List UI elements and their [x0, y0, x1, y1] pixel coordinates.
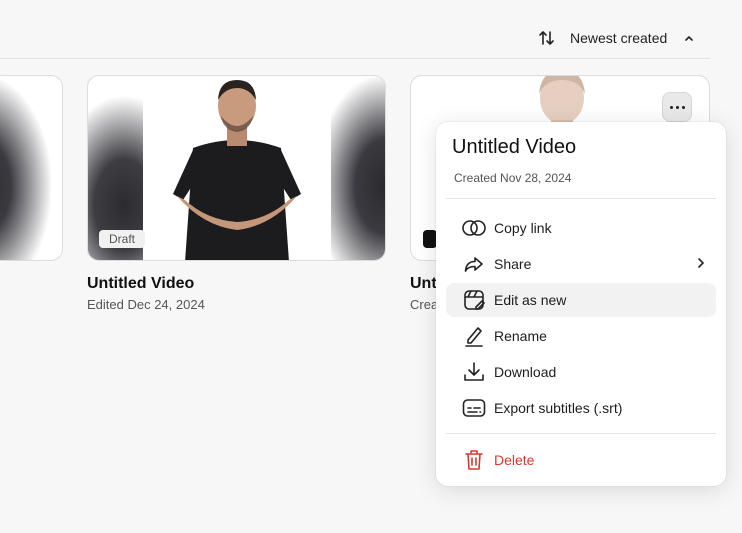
menu-item-label: Edit as new [494, 292, 567, 308]
menu-item-label: Rename [494, 328, 547, 344]
menu-item-share[interactable]: Share [446, 247, 716, 281]
sort-arrows-icon [538, 29, 556, 47]
chevron-up-icon [683, 32, 695, 44]
menu-item-label: Delete [494, 452, 535, 468]
video-title[interactable]: Untitled Video [87, 275, 194, 293]
sort-dropdown[interactable]: Newest created [538, 26, 695, 50]
subtitles-icon [462, 396, 486, 420]
video-title[interactable]: Unt [410, 275, 437, 293]
draft-badge: Draft [99, 230, 146, 248]
video-thumbnail [0, 76, 51, 260]
chevron-right-icon [694, 256, 708, 275]
menu-item-download[interactable]: Download [446, 355, 716, 389]
menu-item-label: Download [494, 364, 557, 380]
menu-item-delete[interactable]: Delete [446, 443, 716, 477]
presenter-image [143, 76, 331, 260]
menu-item-copy-link[interactable]: Copy link [446, 211, 716, 245]
menu-item-export-subtitles[interactable]: Export subtitles (.srt) [446, 391, 716, 425]
trash-icon [462, 448, 486, 472]
more-dot-icon [669, 105, 673, 109]
share-icon [462, 252, 486, 276]
header-divider [0, 58, 710, 59]
video-edited-date: Edited Dec 24, 2024 [87, 297, 205, 312]
menu-item-label: Copy link [494, 220, 552, 236]
menu-title: Untitled Video [452, 136, 577, 158]
link-icon [462, 216, 486, 240]
status-badge [423, 230, 437, 248]
menu-created-date: Created Nov 28, 2024 [454, 171, 572, 185]
more-options-button[interactable] [662, 92, 692, 122]
menu-item-label: Share [494, 256, 532, 272]
edit-as-new-icon [462, 288, 486, 312]
video-card[interactable] [0, 75, 63, 261]
download-icon [462, 360, 486, 384]
menu-item-edit-as-new[interactable]: Edit as new [446, 283, 716, 317]
video-context-menu: Untitled Video Created Nov 28, 2024 Copy… [436, 122, 726, 486]
pencil-icon [462, 324, 486, 348]
sort-label: Newest created [570, 30, 668, 46]
video-created-date: Crea [410, 297, 439, 312]
menu-divider [446, 433, 716, 434]
menu-item-rename[interactable]: Rename [446, 319, 716, 353]
video-card[interactable]: Draft [87, 75, 386, 261]
menu-divider [446, 198, 716, 199]
video-thumbnail [143, 76, 331, 260]
menu-item-label: Export subtitles (.srt) [494, 400, 623, 416]
